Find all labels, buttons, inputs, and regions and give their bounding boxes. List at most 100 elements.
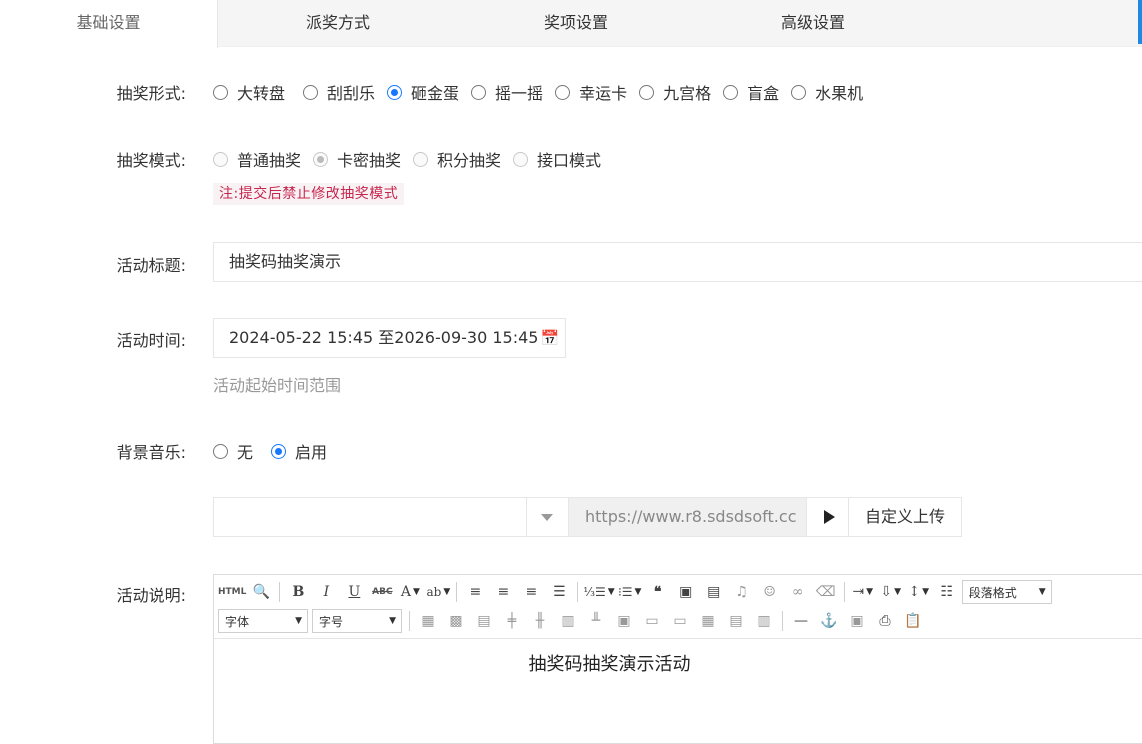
play-icon — [823, 510, 835, 524]
insert-row-icon[interactable]: ╪ — [499, 610, 525, 632]
paragraph-format-value: 段落格式 — [968, 585, 1017, 600]
radio-label: 刮刮乐 — [327, 84, 376, 103]
radio-lottery-form-wheel[interactable]: 大转盘 — [213, 80, 285, 104]
table-title-icon[interactable]: ▤ — [471, 610, 497, 632]
radio-lottery-form-nine-grid[interactable]: 九宫格 — [639, 80, 711, 104]
radio-lottery-form-scratch[interactable]: 刮刮乐 — [303, 80, 375, 104]
font-color-icon[interactable]: A ▼ — [397, 581, 423, 603]
tab-accent-bar — [1138, 0, 1142, 44]
split-cells-icon[interactable]: ▦ — [695, 610, 721, 632]
paragraph-format-select[interactable]: 段落格式 ▼ — [961, 580, 1052, 604]
merge-down-icon[interactable]: ▭ — [667, 610, 693, 632]
radio-lottery-form-fruit-machine[interactable]: 水果机 — [791, 80, 863, 104]
delete-column-icon[interactable]: ╨ — [583, 610, 609, 632]
calendar-icon: 📅 — [540, 329, 560, 347]
blockquote-icon[interactable]: ❝ — [645, 581, 671, 603]
radio-lottery-form-lucky-card[interactable]: 幸运卡 — [555, 80, 627, 104]
activity-title-label: 活动标题: — [116, 256, 186, 275]
font-family-select[interactable]: 字体 ▼ — [218, 609, 308, 633]
italic-icon[interactable]: I — [313, 581, 339, 603]
paste-icon[interactable]: 📋 — [900, 610, 926, 632]
toolbar-divider — [409, 611, 410, 631]
radio-circle-icon — [213, 151, 228, 167]
radio-label: 幸运卡 — [579, 84, 628, 103]
line-height-icon[interactable]: ↕ ▼ — [906, 581, 932, 603]
radio-lottery-form-blind-box[interactable]: 盲盒 — [723, 80, 779, 104]
toolbar-divider — [843, 582, 845, 602]
horizontal-rule-icon[interactable]: — — [788, 610, 814, 632]
print-icon[interactable]: ⎙ — [872, 610, 898, 632]
music-icon[interactable]: ♫ — [729, 581, 755, 603]
underline-icon[interactable]: U — [341, 581, 367, 603]
video-icon[interactable]: ▤ — [701, 581, 727, 603]
tab-prize-delivery[interactable]: 派奖方式 — [218, 0, 458, 47]
split-columns-icon[interactable]: ▥ — [751, 610, 777, 632]
toolbar-divider — [279, 582, 281, 602]
radio-checked-icon — [271, 443, 287, 459]
tab-prize-settings[interactable]: 奖项设置 — [458, 0, 694, 47]
format-icon[interactable]: ☷ — [934, 581, 960, 603]
radio-circle-icon — [471, 84, 487, 100]
html-source-icon[interactable]: HTML — [218, 581, 246, 603]
unordered-list-icon[interactable]: ⁝☰ ▼ — [617, 581, 643, 603]
radio-lottery-mode-normal: 普通抽奖 — [213, 147, 301, 171]
lottery-form-radio-group: 大转盘 刮刮乐 砸金蛋 摇一摇 幸运卡 九宫格 盲盒 水果机 — [213, 80, 879, 104]
tab-advanced-settings[interactable]: 高级设置 — [694, 0, 932, 47]
align-justify-icon[interactable]: ☰ — [546, 581, 572, 603]
play-music-button[interactable] — [806, 497, 849, 537]
activity-time-input[interactable]: 2024-05-22 15:45 至2026-09-30 15:45 📅 — [213, 318, 566, 358]
activity-title-input[interactable]: 抽奖码抽奖演示 — [213, 242, 1142, 282]
activity-time-value: 2024-05-22 15:45 至2026-09-30 15:45 — [229, 328, 539, 347]
image-icon[interactable]: ▣ — [673, 581, 699, 603]
background-music-radio-group: 无 启用 — [213, 439, 343, 463]
paragraph-spacing-icon[interactable]: ⇩ ▼ — [878, 581, 904, 603]
radio-label: 接口模式 — [537, 151, 602, 170]
align-left-icon[interactable]: ≡ — [462, 581, 488, 603]
emoji-icon[interactable]: ☺ — [757, 581, 783, 603]
music-select-dropdown[interactable] — [213, 497, 569, 537]
radio-lottery-form-egg[interactable]: 砸金蛋 — [387, 80, 459, 104]
strikethrough-icon[interactable]: ABC — [369, 581, 395, 603]
radio-lottery-form-shake[interactable]: 摇一摇 — [471, 80, 543, 104]
chevron-down-icon: ▼ — [1038, 587, 1046, 597]
toolbar-divider — [782, 611, 783, 631]
radio-label: 砸金蛋 — [411, 84, 460, 103]
table-properties-icon[interactable]: ▩ — [443, 610, 469, 632]
radio-music-on[interactable]: 启用 — [271, 439, 327, 463]
bold-icon[interactable]: B — [285, 581, 311, 603]
insert-column-icon[interactable]: ╫ — [527, 610, 553, 632]
align-center-icon[interactable]: ≡ — [490, 581, 516, 603]
font-size-select[interactable]: 字号 ▼ — [312, 609, 402, 633]
insert-table-icon[interactable]: ▦ — [415, 610, 441, 632]
lottery-mode-radio-group: 普通抽奖 卡密抽奖 积分抽奖 接口模式 — [213, 147, 617, 171]
radio-circle-icon — [213, 443, 228, 459]
radio-music-off[interactable]: 无 — [213, 439, 253, 463]
radio-label: 大转盘 — [237, 84, 286, 103]
link-icon[interactable]: ∞ — [785, 581, 811, 603]
dropdown-toggle[interactable] — [526, 498, 568, 536]
custom-upload-button[interactable]: 自定义上传 — [848, 497, 962, 537]
editor-content-area[interactable]: 抽奖码抽奖演示活动 — [214, 640, 1142, 740]
font-family-value: 字体 — [225, 614, 250, 629]
align-right-icon[interactable]: ≡ — [518, 581, 544, 603]
radio-label: 启用 — [295, 443, 328, 462]
toolbar-divider — [577, 582, 579, 602]
split-rows-icon[interactable]: ▤ — [723, 610, 749, 632]
background-music-label: 背景音乐: — [116, 443, 186, 462]
chevron-down-icon — [541, 514, 553, 521]
merge-cells-icon[interactable]: ▣ — [611, 610, 637, 632]
anchor-icon[interactable]: ⚓ — [816, 610, 842, 632]
preview-icon[interactable]: 🔍 — [248, 581, 274, 603]
page-break-icon[interactable]: ▣ — [844, 610, 870, 632]
ordered-list-icon[interactable]: ⅓☰ ▼ — [583, 581, 614, 603]
merge-right-icon[interactable]: ▭ — [639, 610, 665, 632]
highlight-icon[interactable]: ab ▼ — [425, 581, 451, 603]
eraser-icon[interactable]: ⌫ — [813, 581, 839, 603]
tab-basic-settings[interactable]: 基础设置 — [0, 0, 218, 48]
delete-row-icon[interactable]: ▥ — [555, 610, 581, 632]
indent-icon[interactable]: ⇥ ▼ — [850, 581, 876, 603]
music-url-field[interactable]: https://www.r8.sdsdsoft.cc — [569, 497, 807, 537]
radio-circle-icon — [213, 84, 228, 100]
radio-circle-icon — [413, 151, 429, 167]
lottery-mode-warning-note: 注:提交后禁止修改抽奖模式 — [213, 183, 405, 205]
